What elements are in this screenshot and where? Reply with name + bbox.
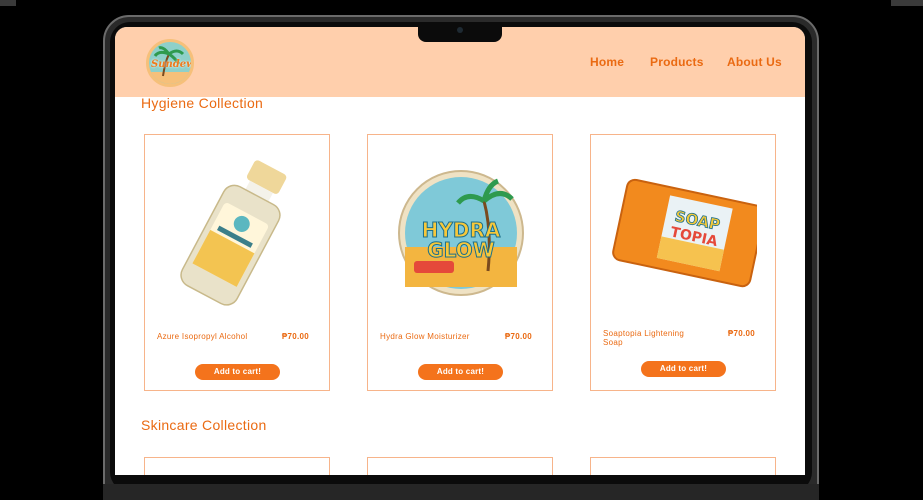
product-name: Soaptopia Lightening Soap: [603, 329, 685, 347]
moisturizer-jar-image: HYDRA GLOW: [398, 170, 524, 296]
nav-products-link[interactable]: Products: [650, 55, 704, 69]
product-price: ₱70.00: [727, 329, 755, 338]
product-name: Azure Isopropyl Alcohol: [157, 332, 248, 341]
brand-logo[interactable]: Sundew: [146, 39, 194, 87]
corner-decoration-right: [891, 0, 923, 6]
corner-decoration-left: [0, 0, 16, 6]
product-name: Hydra Glow Moisturizer: [380, 332, 470, 341]
product-price: ₱70.00: [504, 332, 532, 341]
product-price: ₱70.00: [281, 332, 309, 341]
nav-about-us-link[interactable]: About Us: [727, 55, 782, 69]
logo-text: Sundew: [151, 59, 194, 70]
add-to-cart-button[interactable]: Add to cart!: [641, 361, 726, 377]
nav-home-link[interactable]: Home: [590, 55, 624, 69]
laptop-base: [103, 484, 819, 500]
product-card-hydra-glow: HYDRA GLOW Hydra Glow Moisturizer ₱70.00…: [367, 134, 553, 391]
product-card-soaptopia: SOAP TOPIA Soaptopia Lightening Soap ₱70…: [590, 134, 776, 391]
product-card-partial: [367, 457, 553, 475]
product-card-azure-alcohol: Azure Isopropyl Alcohol ₱70.00 Add to ca…: [144, 134, 330, 391]
alcohol-bottle-image: [180, 160, 287, 306]
hygiene-collection-title: Hygiene Collection: [141, 95, 264, 111]
add-to-cart-button[interactable]: Add to cart!: [418, 364, 503, 380]
product-card-partial: [590, 457, 776, 475]
add-to-cart-button[interactable]: Add to cart!: [195, 364, 280, 380]
skincare-collection-title: Skincare Collection: [141, 417, 267, 433]
svg-text:GLOW: GLOW: [427, 238, 495, 262]
browser-screen: Sundew Home Products About Us Hygiene Co…: [115, 27, 805, 475]
product-card-partial: [144, 457, 330, 475]
soap-bar-image: SOAP TOPIA: [612, 178, 757, 288]
camera-icon: [457, 27, 463, 33]
